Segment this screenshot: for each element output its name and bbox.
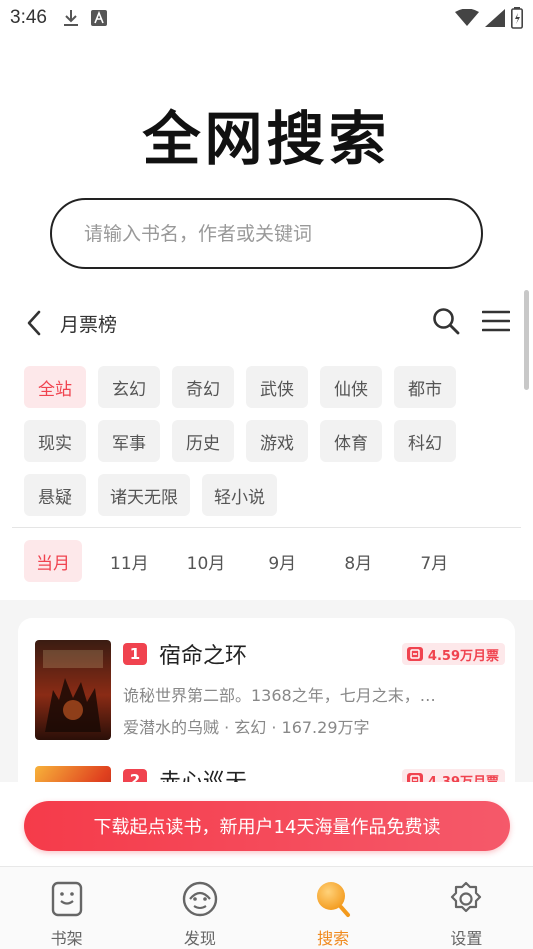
monthly-votes-badge: 4.59万月票 (401, 643, 505, 665)
category-chips: 全站 玄幻 奇幻 武侠 仙侠 都市 现实 军事 历史 游戏 体育 科幻 悬疑 诸… (24, 366, 494, 516)
nav-item-discover[interactable]: 发现 (133, 867, 266, 949)
category-chip[interactable]: 轻小说 (202, 474, 277, 516)
category-chip[interactable]: 玄幻 (98, 366, 160, 408)
nav-item-bookshelf[interactable]: 书架 (0, 867, 133, 949)
rank-title: 月票榜 (60, 313, 118, 336)
nav-label: 搜索 (317, 929, 350, 948)
book-title[interactable]: 宿命之环 (159, 638, 247, 670)
category-chip[interactable]: 军事 (98, 420, 160, 462)
ticket-icon (406, 647, 423, 661)
category-chip[interactable]: 悬疑 (24, 474, 86, 516)
book-cover[interactable] (35, 640, 111, 740)
category-chip[interactable]: 仙侠 (320, 366, 382, 408)
month-tab[interactable]: 8月 (329, 540, 387, 582)
category-chip[interactable]: 现实 (24, 420, 86, 462)
download-icon (63, 8, 79, 28)
rank-number-badge: 1 (123, 643, 147, 665)
month-tab[interactable]: 当月 (24, 540, 82, 582)
list-item[interactable]: 1 宿命之环 4.59万月票 诡秘世界第二部。1368之年，七月之末，… 爱潜水… (35, 640, 505, 740)
category-chip[interactable]: 都市 (394, 366, 456, 408)
nav-label: 发现 (183, 929, 216, 948)
category-chip[interactable]: 体育 (320, 420, 382, 462)
month-tab[interactable]: 7月 (405, 540, 463, 582)
search-icon (313, 879, 353, 919)
search-icon[interactable] (432, 307, 460, 339)
gear-icon (446, 879, 486, 919)
votes-text: 4.59万月票 (427, 648, 499, 664)
category-chip[interactable]: 历史 (172, 420, 234, 462)
month-tabs: 当月 11月 10月 9月 8月 7月 (24, 540, 463, 582)
battery-icon (511, 7, 523, 29)
month-tab[interactable]: 11月 (100, 540, 159, 582)
back-chevron-icon[interactable] (26, 308, 50, 338)
page-title: 全网搜索 (142, 105, 391, 173)
category-chip[interactable]: 全站 (24, 366, 86, 408)
scrollbar-thumb[interactable] (524, 290, 529, 390)
nav-label: 书架 (50, 929, 83, 948)
wifi-icon (455, 9, 479, 27)
category-chip[interactable]: 武侠 (246, 366, 308, 408)
month-tab[interactable]: 9月 (253, 540, 311, 582)
category-chip[interactable]: 科幻 (394, 420, 456, 462)
status-bar: 3:46 (0, 0, 533, 36)
cellular-signal-icon (485, 9, 505, 27)
book-description: 诡秘世界第二部。1368之年，七月之末，… (123, 686, 436, 705)
nav-item-search[interactable]: 搜索 (267, 867, 400, 949)
search-input[interactable] (84, 222, 481, 245)
bookshelf-icon (47, 879, 87, 919)
menu-icon[interactable] (481, 309, 511, 337)
app-notification-icon (90, 10, 107, 26)
discover-icon (180, 879, 220, 919)
nav-label: 设置 (450, 929, 483, 948)
download-app-banner[interactable]: 下载起点读书，新用户14天海量作品免费读 (24, 801, 510, 851)
book-meta: 爱潜水的乌贼 · 玄幻 · 167.29万字 (123, 718, 370, 737)
status-time: 3:46 (10, 7, 47, 28)
search-box[interactable] (50, 198, 483, 269)
category-chip[interactable]: 诸天无限 (98, 474, 190, 516)
month-tab[interactable]: 10月 (177, 540, 236, 582)
divider (12, 527, 521, 528)
rank-header: 月票榜 (26, 302, 511, 344)
category-chip[interactable]: 游戏 (246, 420, 308, 462)
bottom-nav: 书架 发现 搜索 设置 (0, 866, 533, 949)
nav-item-settings[interactable]: 设置 (400, 867, 533, 949)
category-chip[interactable]: 奇幻 (172, 366, 234, 408)
